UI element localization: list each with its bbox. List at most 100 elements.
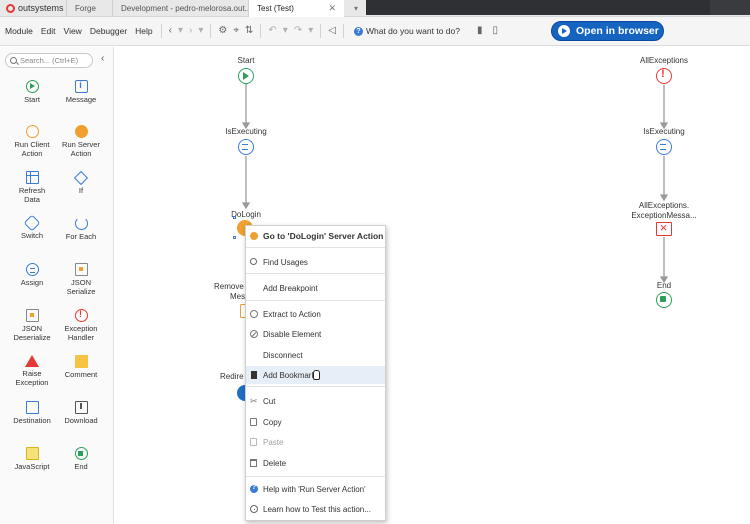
back-icon[interactable]: ‹	[166, 26, 175, 36]
collapse-panel-icon[interactable]: ‹	[101, 53, 104, 64]
tool-label: Comment	[64, 370, 98, 379]
menu-item-find-usages[interactable]: Find Usages	[246, 253, 385, 271]
tool-label: Message	[65, 95, 97, 104]
tool-label: If	[78, 186, 84, 195]
menu-item-learn-how-to-test[interactable]: Learn how to Test this action...	[246, 500, 385, 518]
menu-separator	[246, 386, 385, 387]
tool-destination[interactable]: Destination	[6, 401, 58, 425]
tool-raise-exception[interactable]: Raise Exception	[6, 355, 58, 388]
comment-icon	[74, 355, 88, 368]
undo-icon[interactable]: ↶	[265, 26, 279, 36]
remove-message-label-line1: Remove	[214, 282, 244, 291]
tool-label: Start	[24, 95, 40, 104]
menu-view[interactable]: View	[60, 26, 86, 36]
tool-label: Switch	[20, 231, 44, 240]
settings-icon[interactable]: ⚙	[215, 26, 230, 36]
menu-separator	[246, 300, 385, 301]
is-executing-node[interactable]	[238, 139, 254, 155]
menu-module[interactable]: Module	[0, 26, 37, 36]
menu-item-paste[interactable]: Paste	[246, 433, 385, 451]
tool-end[interactable]: End	[55, 447, 107, 471]
menu-item-label: Go to 'DoLogin' Server Action	[263, 231, 384, 241]
undo-dropdown-icon[interactable]: ▾	[280, 26, 291, 36]
menu-item-disable-element[interactable]: Disable Element	[246, 325, 385, 343]
tab-development[interactable]: Development - pedro-melorosa.out...	[112, 0, 248, 17]
announce-icon[interactable]: ◁	[325, 26, 339, 36]
message-icon	[74, 80, 88, 93]
tool-refresh-data[interactable]: Refresh Data	[6, 171, 58, 205]
toolbar-separator	[160, 24, 162, 38]
trash-icon	[250, 459, 257, 467]
tool-javascript[interactable]: JavaScript	[6, 447, 58, 471]
menu-item-disconnect[interactable]: Disconnect	[246, 346, 385, 364]
tabs-dropdown-icon[interactable]: ▾	[344, 4, 358, 13]
menu-item-label: Paste	[263, 437, 284, 447]
brand: outsystems	[0, 3, 66, 13]
lightbulb-icon	[250, 505, 258, 513]
all-exceptions-node[interactable]	[656, 68, 672, 84]
tool-download[interactable]: Download	[55, 401, 107, 425]
tool-label: End	[74, 462, 88, 471]
exception-message-node[interactable]	[656, 220, 672, 236]
menu-debugger[interactable]: Debugger	[86, 26, 131, 36]
search-icon	[250, 258, 257, 265]
toolbox-search-input[interactable]: Search... (Ctrl+E)	[5, 53, 93, 68]
tool-json-deserialize[interactable]: JSON Deserialize	[6, 309, 58, 343]
what-do-you-want-to-do[interactable]: ? What do you want to do?	[353, 26, 460, 36]
menu-separator	[246, 273, 385, 274]
bookmark-icon[interactable]: ▮	[474, 26, 486, 36]
menu-item-help[interactable]: Help with 'Run Server Action'	[246, 480, 385, 498]
server-action-icon	[74, 125, 88, 138]
json-serialize-icon	[74, 263, 88, 276]
tool-start[interactable]: Start	[6, 80, 58, 104]
menu-help[interactable]: Help	[131, 26, 156, 36]
menu-item-extract-to-action[interactable]: Extract to Action	[246, 305, 385, 323]
end-icon	[74, 447, 88, 460]
tool-label: Assign	[20, 278, 44, 287]
menu-item-go-to-action[interactable]: Go to 'DoLogin' Server Action	[246, 227, 385, 245]
open-in-browser-button[interactable]: Open in browser	[551, 21, 664, 41]
tool-switch[interactable]: Switch	[6, 214, 58, 240]
tab-label: Forge	[75, 3, 96, 13]
tool-if[interactable]: If	[55, 170, 107, 195]
tool-label: Refresh Data	[18, 186, 46, 205]
tool-json-serialize[interactable]: JSON Serialize	[55, 263, 107, 297]
redo-dropdown-icon[interactable]: ▾	[305, 26, 316, 36]
menu-item-copy[interactable]: Copy	[246, 413, 385, 431]
back-dropdown-icon[interactable]: ▾	[175, 26, 186, 36]
tool-message[interactable]: Message	[55, 80, 107, 104]
tool-label: Run Client Action	[14, 140, 50, 159]
destination-icon	[25, 401, 39, 414]
tool-run-client-action[interactable]: Run Client Action	[6, 125, 58, 159]
json-deserialize-icon	[25, 309, 39, 322]
forward-dropdown-icon[interactable]: ▾	[195, 26, 206, 36]
is-executing-node[interactable]	[656, 139, 672, 155]
start-node[interactable]	[238, 68, 254, 84]
tool-label: Exception Handler	[64, 324, 98, 343]
redo-icon[interactable]: ↷	[291, 26, 305, 36]
tool-comment[interactable]: Comment	[55, 355, 107, 379]
tool-exception-handler[interactable]: ExceptionHandler	[55, 309, 107, 343]
tool-run-server-action[interactable]: Run Server Action	[55, 125, 107, 159]
menu-item-add-breakpoint[interactable]: Add Breakpoint	[246, 279, 385, 297]
tool-assign[interactable]: Assign	[6, 263, 58, 287]
bookmark-list-icon[interactable]: ▯	[490, 26, 502, 36]
menu-item-cut[interactable]: ✂ Cut	[246, 392, 385, 410]
flow-canvas[interactable]: Start IsExecuting DoLogin Remove Mess Re…	[115, 47, 750, 524]
menu-item-label: Disable Element	[263, 329, 322, 339]
tool-for-each[interactable]: For Each	[55, 217, 107, 241]
forward-icon[interactable]: ›	[186, 26, 195, 36]
end-node[interactable]	[656, 292, 672, 308]
tab-test[interactable]: Test (Test) ✕	[248, 0, 344, 17]
extract-icon	[250, 310, 258, 318]
scissors-icon: ✂	[250, 396, 258, 406]
menu-item-delete[interactable]: Delete	[246, 454, 385, 472]
menu-item-label: Add Bookmark	[263, 370, 316, 380]
pin-icon[interactable]: ⌖	[230, 26, 242, 36]
close-tab-icon[interactable]: ✕	[328, 3, 336, 14]
refactor-icon[interactable]: ⇅	[242, 26, 256, 36]
all-exceptions-label: AllExceptions	[639, 56, 689, 65]
menu-edit[interactable]: Edit	[37, 26, 60, 36]
tab-forge[interactable]: Forge	[66, 0, 112, 17]
exception-handler-icon	[74, 309, 88, 322]
